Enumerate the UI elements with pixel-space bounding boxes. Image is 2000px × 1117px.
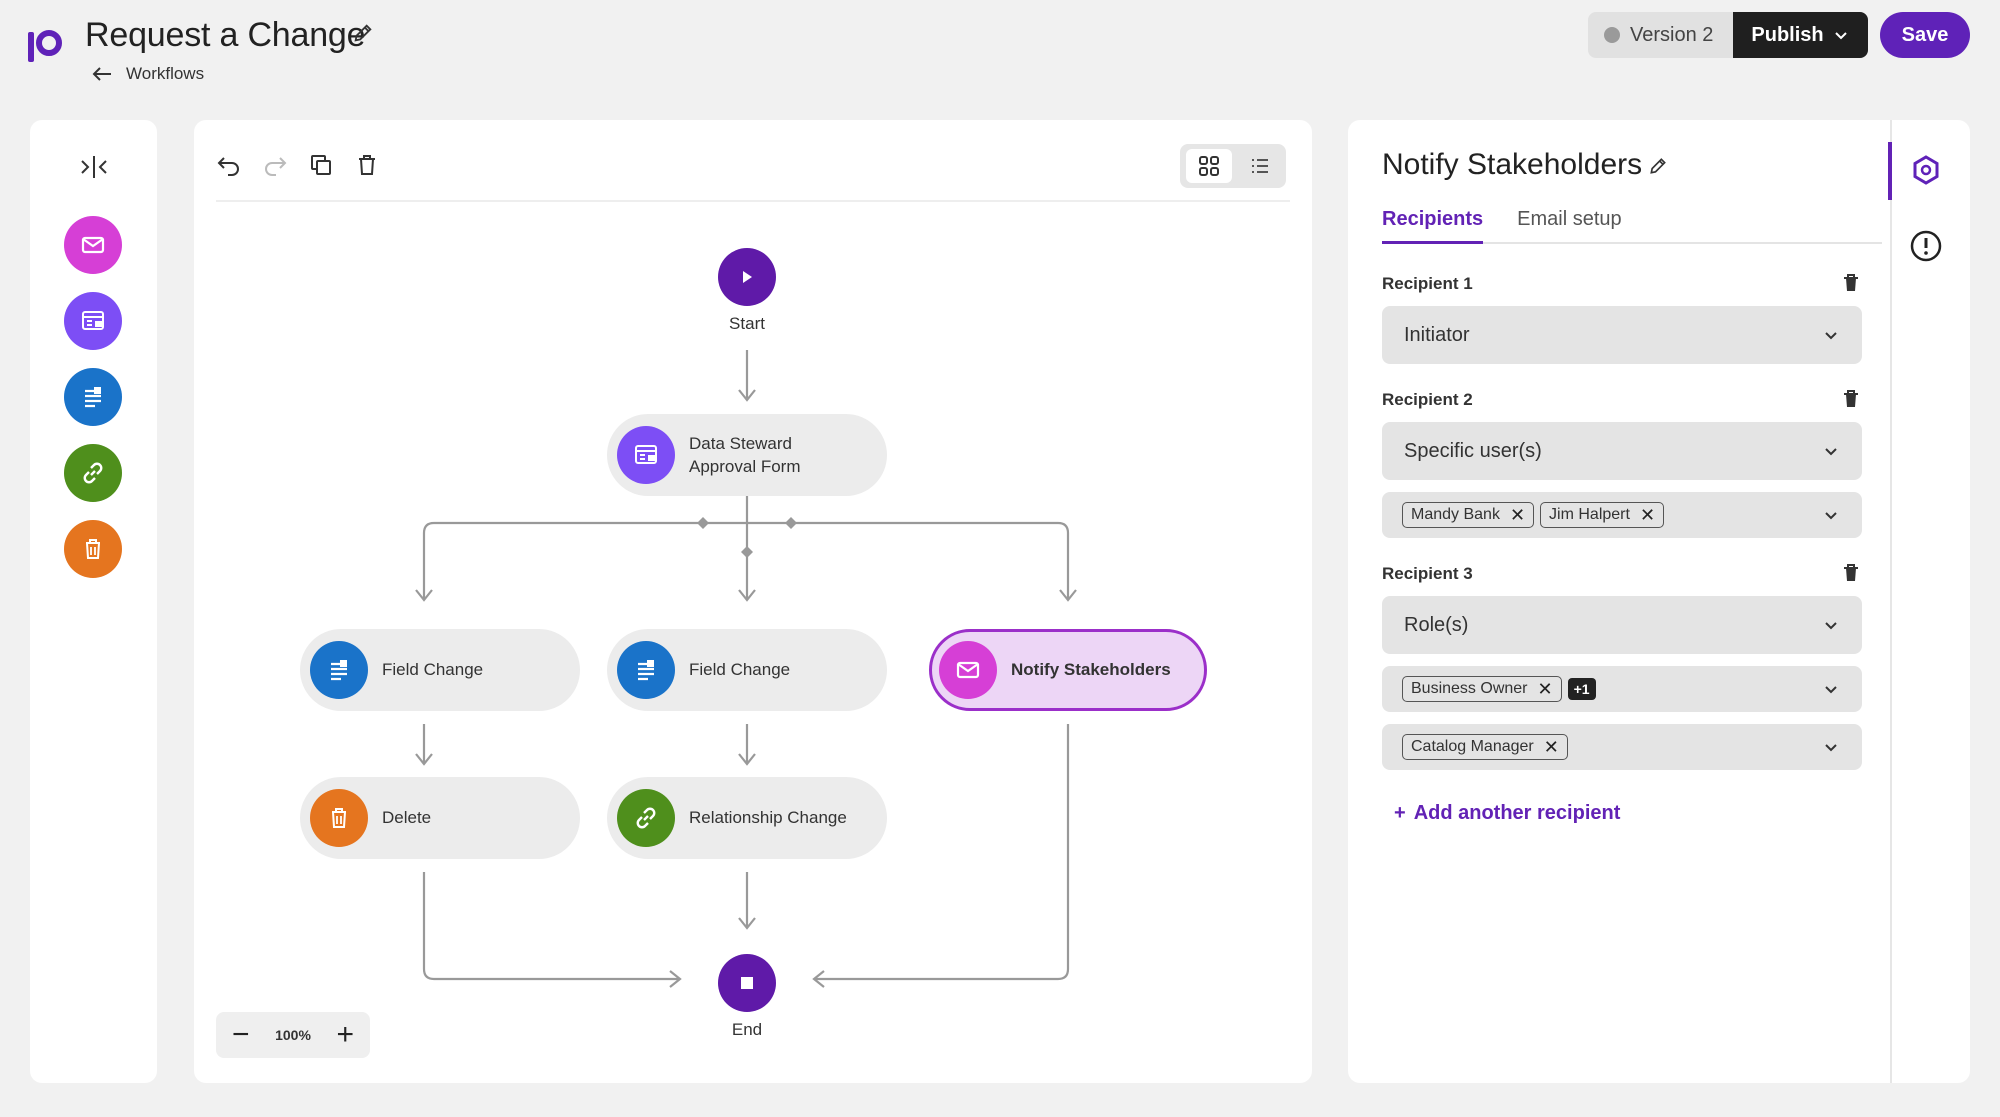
chevron-down-icon [1825, 622, 1837, 630]
edit-title-icon[interactable] [352, 22, 374, 44]
recipient-label: Recipient 2 [1382, 390, 1473, 409]
trash-icon [310, 789, 368, 847]
chevron-down-icon [1825, 512, 1837, 520]
field-change-icon [617, 641, 675, 699]
delete-label: Delete [382, 808, 432, 827]
end-label: End [731, 1020, 763, 1039]
breadcrumb-label: Workflows [126, 64, 205, 83]
recipient-type-value: Role(s) [1404, 613, 1469, 636]
trash-icon[interactable] [1840, 388, 1862, 410]
recipient-label: Recipient 1 [1382, 274, 1473, 293]
chevron-down-icon [1825, 448, 1837, 456]
start-label: Start [729, 314, 765, 333]
notify-stakeholders-label: Notify Stakeholders [1011, 660, 1171, 679]
palette-form-button[interactable] [64, 292, 122, 350]
more-count-badge[interactable]: +1 [1567, 678, 1596, 700]
zoom-out-button[interactable]: − [232, 1020, 250, 1050]
back-to-workflows-link[interactable]: Workflows [92, 62, 204, 86]
recipient-type-select[interactable]: Specific user(s) [1382, 422, 1862, 480]
collapse-panel-icon[interactable] [78, 154, 110, 180]
field-change-node[interactable]: Field Change [300, 629, 580, 711]
properties-panel: Notify Stakeholders Recipients Email set… [1348, 120, 1970, 1083]
zoom-in-button[interactable]: + [336, 1020, 354, 1050]
rail-active-indicator [1888, 142, 1892, 200]
publish-button[interactable]: Publish [1733, 12, 1868, 58]
app-logo [28, 30, 62, 62]
props-tabs: Recipients Email setup [1382, 208, 1882, 244]
trash-icon[interactable] [1840, 562, 1862, 584]
field-change-icon [310, 641, 368, 699]
version-publish-group: Version 2 Publish [1588, 12, 1868, 58]
end-node[interactable] [718, 954, 776, 1012]
field-change-label: Field Change [382, 660, 484, 679]
user-chip[interactable]: Mandy Bank ✕ [1402, 502, 1535, 528]
arrow-left-icon [92, 67, 111, 81]
field-change-label: Field Change [689, 660, 791, 679]
remove-chip-icon[interactable]: ✕ [1538, 680, 1553, 698]
approval-form-node[interactable]: Data Steward Approval Form [607, 414, 887, 496]
remove-chip-icon[interactable]: ✕ [1510, 506, 1525, 524]
page-title: Request a Change [85, 16, 366, 54]
relationship-change-node[interactable]: Relationship Change [607, 777, 887, 859]
palette-email-button[interactable] [64, 216, 122, 274]
settings-icon[interactable] [1908, 152, 1944, 188]
workflow-canvas: Start Data Steward Approval Form Field Ch… [194, 120, 1312, 1083]
zoom-level: 100% [275, 1027, 311, 1043]
remove-chip-icon[interactable]: ✕ [1544, 738, 1559, 756]
link-icon [617, 789, 675, 847]
publish-label: Publish [1751, 23, 1824, 46]
roles-multiselect[interactable]: Catalog Manager ✕ [1382, 724, 1862, 770]
delete-node[interactable]: Delete [300, 777, 580, 859]
zoom-control: − 100% + [216, 1012, 370, 1058]
plus-icon: + [1394, 802, 1406, 824]
trash-icon [86, 539, 100, 559]
relationship-change-label: Relationship Change [689, 808, 847, 827]
role-chip[interactable]: Catalog Manager ✕ [1402, 734, 1568, 760]
node-palette [30, 120, 157, 1083]
form-icon [82, 311, 104, 330]
tab-email-setup[interactable]: Email setup [1517, 208, 1622, 242]
chevron-down-icon [1825, 744, 1837, 752]
node-title: Notify Stakeholders [1382, 148, 1643, 181]
trash-icon[interactable] [1840, 272, 1862, 294]
mail-icon [81, 236, 105, 254]
palette-field-change-button[interactable] [64, 368, 122, 426]
approval-form-label: Data Steward Approval Form [689, 434, 801, 476]
add-recipient-label: Add another recipient [1413, 802, 1621, 824]
role-chip[interactable]: Business Owner ✕ [1402, 676, 1562, 702]
stop-icon [741, 977, 753, 989]
version-selector[interactable]: Version 2 [1588, 12, 1734, 58]
form-icon [617, 426, 675, 484]
tab-recipients[interactable]: Recipients [1382, 208, 1484, 244]
chevron-down-icon [1825, 332, 1837, 340]
mail-icon [939, 641, 997, 699]
recipient-type-value: Specific user(s) [1404, 439, 1542, 462]
save-button[interactable]: Save [1880, 12, 1970, 58]
users-multiselect[interactable]: Mandy Bank ✕ Jim Halpert ✕ [1382, 492, 1862, 538]
chevron-down-icon [1834, 32, 1847, 40]
play-icon [743, 271, 752, 283]
roles-multiselect[interactable]: Business Owner ✕ +1 [1382, 666, 1862, 712]
palette-delete-button[interactable] [64, 520, 122, 578]
recipient-label: Recipient 3 [1382, 564, 1473, 583]
chevron-down-icon [1825, 686, 1837, 694]
add-recipient-button[interactable]: + Add another recipient [1394, 802, 1620, 825]
version-label: Version 2 [1630, 23, 1714, 46]
palette-relationship-button[interactable] [64, 444, 122, 502]
remove-chip-icon[interactable]: ✕ [1640, 506, 1655, 524]
recipient-type-select[interactable]: Initiator [1382, 306, 1862, 364]
start-node[interactable] [718, 248, 776, 306]
link-icon [83, 462, 103, 484]
field-change-icon [85, 387, 101, 408]
rail-divider [1890, 120, 1892, 1083]
recipient-type-value: Initiator [1404, 323, 1470, 346]
alert-icon[interactable] [1908, 228, 1944, 264]
user-chip[interactable]: Jim Halpert ✕ [1540, 502, 1665, 528]
version-status-dot [1604, 27, 1620, 43]
edit-node-title-icon[interactable] [1648, 156, 1668, 176]
field-change-node[interactable]: Field Change [607, 629, 887, 711]
recipient-type-select[interactable]: Role(s) [1382, 596, 1862, 654]
notify-stakeholders-node[interactable]: Notify Stakeholders [929, 629, 1207, 711]
